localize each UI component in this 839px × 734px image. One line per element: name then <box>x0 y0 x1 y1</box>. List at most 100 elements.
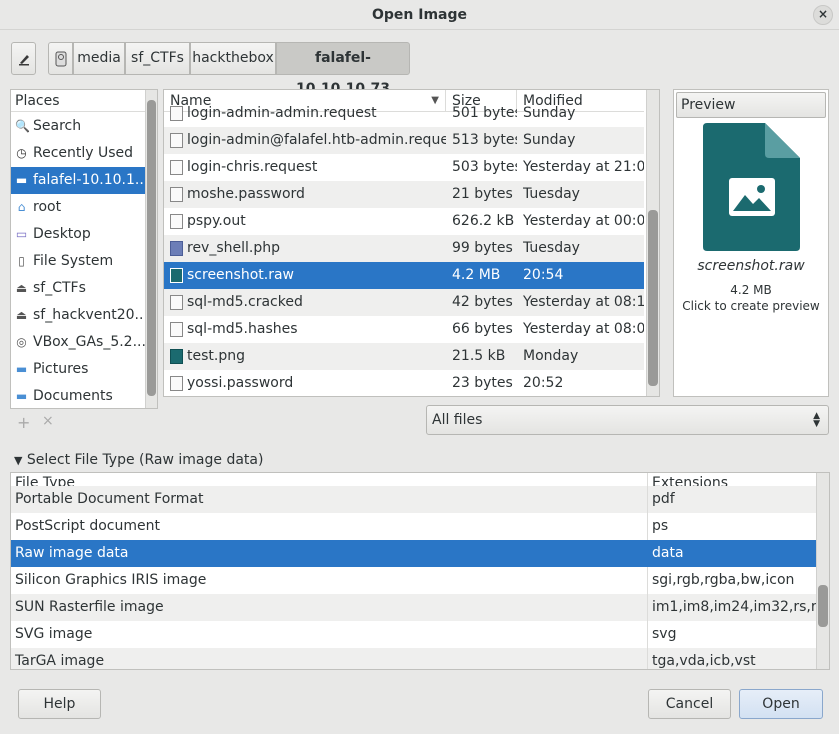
cancel-button[interactable]: Cancel <box>648 689 731 719</box>
file-size: 513 bytes <box>452 132 517 148</box>
place-item[interactable]: ⏏ sf_hackvent20... <box>11 302 145 329</box>
file-modified: 20:54 <box>523 267 564 283</box>
place-item-label: Desktop <box>33 226 91 242</box>
file-filter-combo[interactable]: All files ▲ ▼ <box>426 405 829 435</box>
preview-file-size: 4.2 MB <box>730 283 772 297</box>
file-type-scrollbar[interactable] <box>816 473 829 669</box>
file-modified: Yesterday at 21:02 <box>523 159 644 175</box>
file-size: 42 bytes <box>452 294 513 310</box>
type-location-button[interactable] <box>11 42 36 75</box>
place-item[interactable]: ◷ Recently Used <box>11 140 145 167</box>
file-type-extensions: sgi,rgb,rgba,bw,icon <box>652 572 795 588</box>
place-item-label: sf_CTFs <box>33 280 86 296</box>
file-name: login-admin@falafel.htb-admin.request <box>187 132 446 148</box>
file-modified: 20:52 <box>523 375 564 391</box>
preview-button[interactable]: Preview <box>676 92 826 118</box>
image-file-icon[interactable] <box>703 123 800 251</box>
file-row[interactable]: sql-md5.hashes 66 bytes Yesterday at 08:08 <box>164 316 644 343</box>
file-modified: Sunday <box>523 132 576 148</box>
place-item[interactable]: ◎ VBox_GAs_5.2.... <box>11 329 145 356</box>
file-type-row[interactable]: SUN Rasterfile image im1,im8,im24,im32,rs… <box>11 594 816 621</box>
file-name: rev_shell.php <box>187 240 281 256</box>
desktop-icon: ▭ <box>15 227 28 241</box>
file-row[interactable]: login-chris.request 503 bytes Yesterday at… <box>164 154 644 181</box>
file-type-row[interactable]: Portable Document Format pdf <box>11 486 816 513</box>
disc-icon: ◎ <box>16 335 27 349</box>
place-item[interactable]: ▭ Desktop <box>11 221 145 248</box>
place-item-label: root <box>33 199 62 215</box>
crumb-media[interactable]: media <box>73 42 125 75</box>
file-type-row[interactable]: Silicon Graphics IRIS image sgi,rgb,rgba,… <box>11 567 816 594</box>
file-type-name: SVG image <box>11 621 648 648</box>
file-row[interactable]: screenshot.raw 4.2 MB 20:54 <box>164 262 644 289</box>
file-type-table: File Type Extensions Portable Document F… <box>10 472 830 670</box>
folder-icon: ▬ <box>15 389 28 403</box>
file-size: 99 bytes <box>452 240 513 256</box>
select-file-type-expander[interactable]: ▼ Select File Type (Raw image data) <box>14 450 263 470</box>
file-list: Name ▼ Size Modified login-admin-admin.r… <box>163 89 660 397</box>
places-sidebar: Places 🔍 Search ◷ Recently Used ▬ falafel-10.… <box>10 89 158 409</box>
place-item-label: File System <box>33 253 114 269</box>
places-scroll-thumb[interactable] <box>147 100 156 396</box>
text-file-icon <box>170 214 183 229</box>
place-item[interactable]: 🔍 Search <box>11 113 145 140</box>
file-type-name: TarGA image <box>11 648 648 669</box>
place-item-label: falafel-10.10.1... <box>33 172 145 188</box>
file-size: 501 bytes <box>452 105 517 121</box>
harddisk-icon: ▯ <box>18 254 25 268</box>
crumb-hackthebox[interactable]: hackthebox <box>190 42 276 75</box>
file-type-row[interactable]: TarGA image tga,vda,icb,vst <box>11 648 816 669</box>
place-item[interactable]: ▬ Pictures <box>11 356 145 383</box>
file-size: 503 bytes <box>452 159 517 175</box>
text-file-icon <box>170 133 183 148</box>
file-name: screenshot.raw <box>187 267 294 283</box>
home-icon: ⌂ <box>17 200 26 214</box>
folder-icon: ▬ <box>15 362 28 376</box>
file-size: 21 bytes <box>452 186 513 202</box>
add-bookmark-button[interactable]: + <box>17 413 30 432</box>
file-row[interactable]: test.png 21.5 kB Monday <box>164 343 644 370</box>
place-item[interactable]: ▬ falafel-10.10.1... <box>11 167 145 194</box>
place-item[interactable]: ⏏ sf_CTFs <box>11 275 145 302</box>
place-item[interactable]: ▯ File System <box>11 248 145 275</box>
text-file-icon <box>170 295 183 310</box>
crumb-filesystem-root[interactable] <box>48 42 73 75</box>
open-button[interactable]: Open <box>739 689 823 719</box>
file-name: test.png <box>187 348 245 364</box>
drive-icon: ⏏ <box>15 308 28 322</box>
file-type-scroll-thumb[interactable] <box>818 585 828 627</box>
file-list-scroll-thumb[interactable] <box>648 210 658 386</box>
place-item[interactable]: ▬ Documents <box>11 383 145 408</box>
file-row[interactable]: yossi.password 23 bytes 20:52 <box>164 370 644 396</box>
crumb-sf-ctfs[interactable]: sf_CTFs <box>125 42 190 75</box>
file-row[interactable]: moshe.password 21 bytes Tuesday <box>164 181 644 208</box>
file-type-extensions: pdf <box>652 491 675 507</box>
file-row[interactable]: login-admin@falafel.htb-admin.request 513… <box>164 127 644 154</box>
file-row[interactable]: pspy.out 626.2 kB Yesterday at 00:01 <box>164 208 644 235</box>
file-type-name: Silicon Graphics IRIS image <box>11 567 648 594</box>
close-button[interactable]: × <box>813 5 833 25</box>
file-row[interactable]: sql-md5.cracked 42 bytes Yesterday at 08:1… <box>164 289 644 316</box>
text-file-icon <box>170 160 183 175</box>
file-type-extensions: tga,vda,icb,vst <box>652 653 756 669</box>
file-name: sql-md5.cracked <box>187 294 303 310</box>
remove-bookmark-button[interactable]: × <box>42 413 54 429</box>
file-row[interactable]: login-admin-admin.request 501 bytes Sunday <box>164 100 644 127</box>
file-filter-value: All files <box>432 412 483 428</box>
crumb-falafel[interactable]: falafel-10.10.10.73 <box>276 42 410 97</box>
places-header: Places <box>11 90 157 112</box>
file-type-row[interactable]: Raw image data data <box>11 540 816 567</box>
harddisk-icon <box>55 51 66 67</box>
file-name: pspy.out <box>187 213 246 229</box>
file-modified: Sunday <box>523 105 576 121</box>
file-modified: Tuesday <box>523 240 580 256</box>
file-row[interactable]: rev_shell.php 99 bytes Tuesday <box>164 235 644 262</box>
file-name: yossi.password <box>187 375 294 391</box>
image-file-icon <box>170 268 183 283</box>
file-type-row[interactable]: SVG image svg <box>11 621 816 648</box>
preview-file-name: screenshot.raw <box>697 258 805 274</box>
folder-icon: ▬ <box>15 173 28 187</box>
place-item[interactable]: ⌂ root <box>11 194 145 221</box>
file-type-row[interactable]: PostScript document ps <box>11 513 816 540</box>
help-button[interactable]: Help <box>18 689 101 719</box>
